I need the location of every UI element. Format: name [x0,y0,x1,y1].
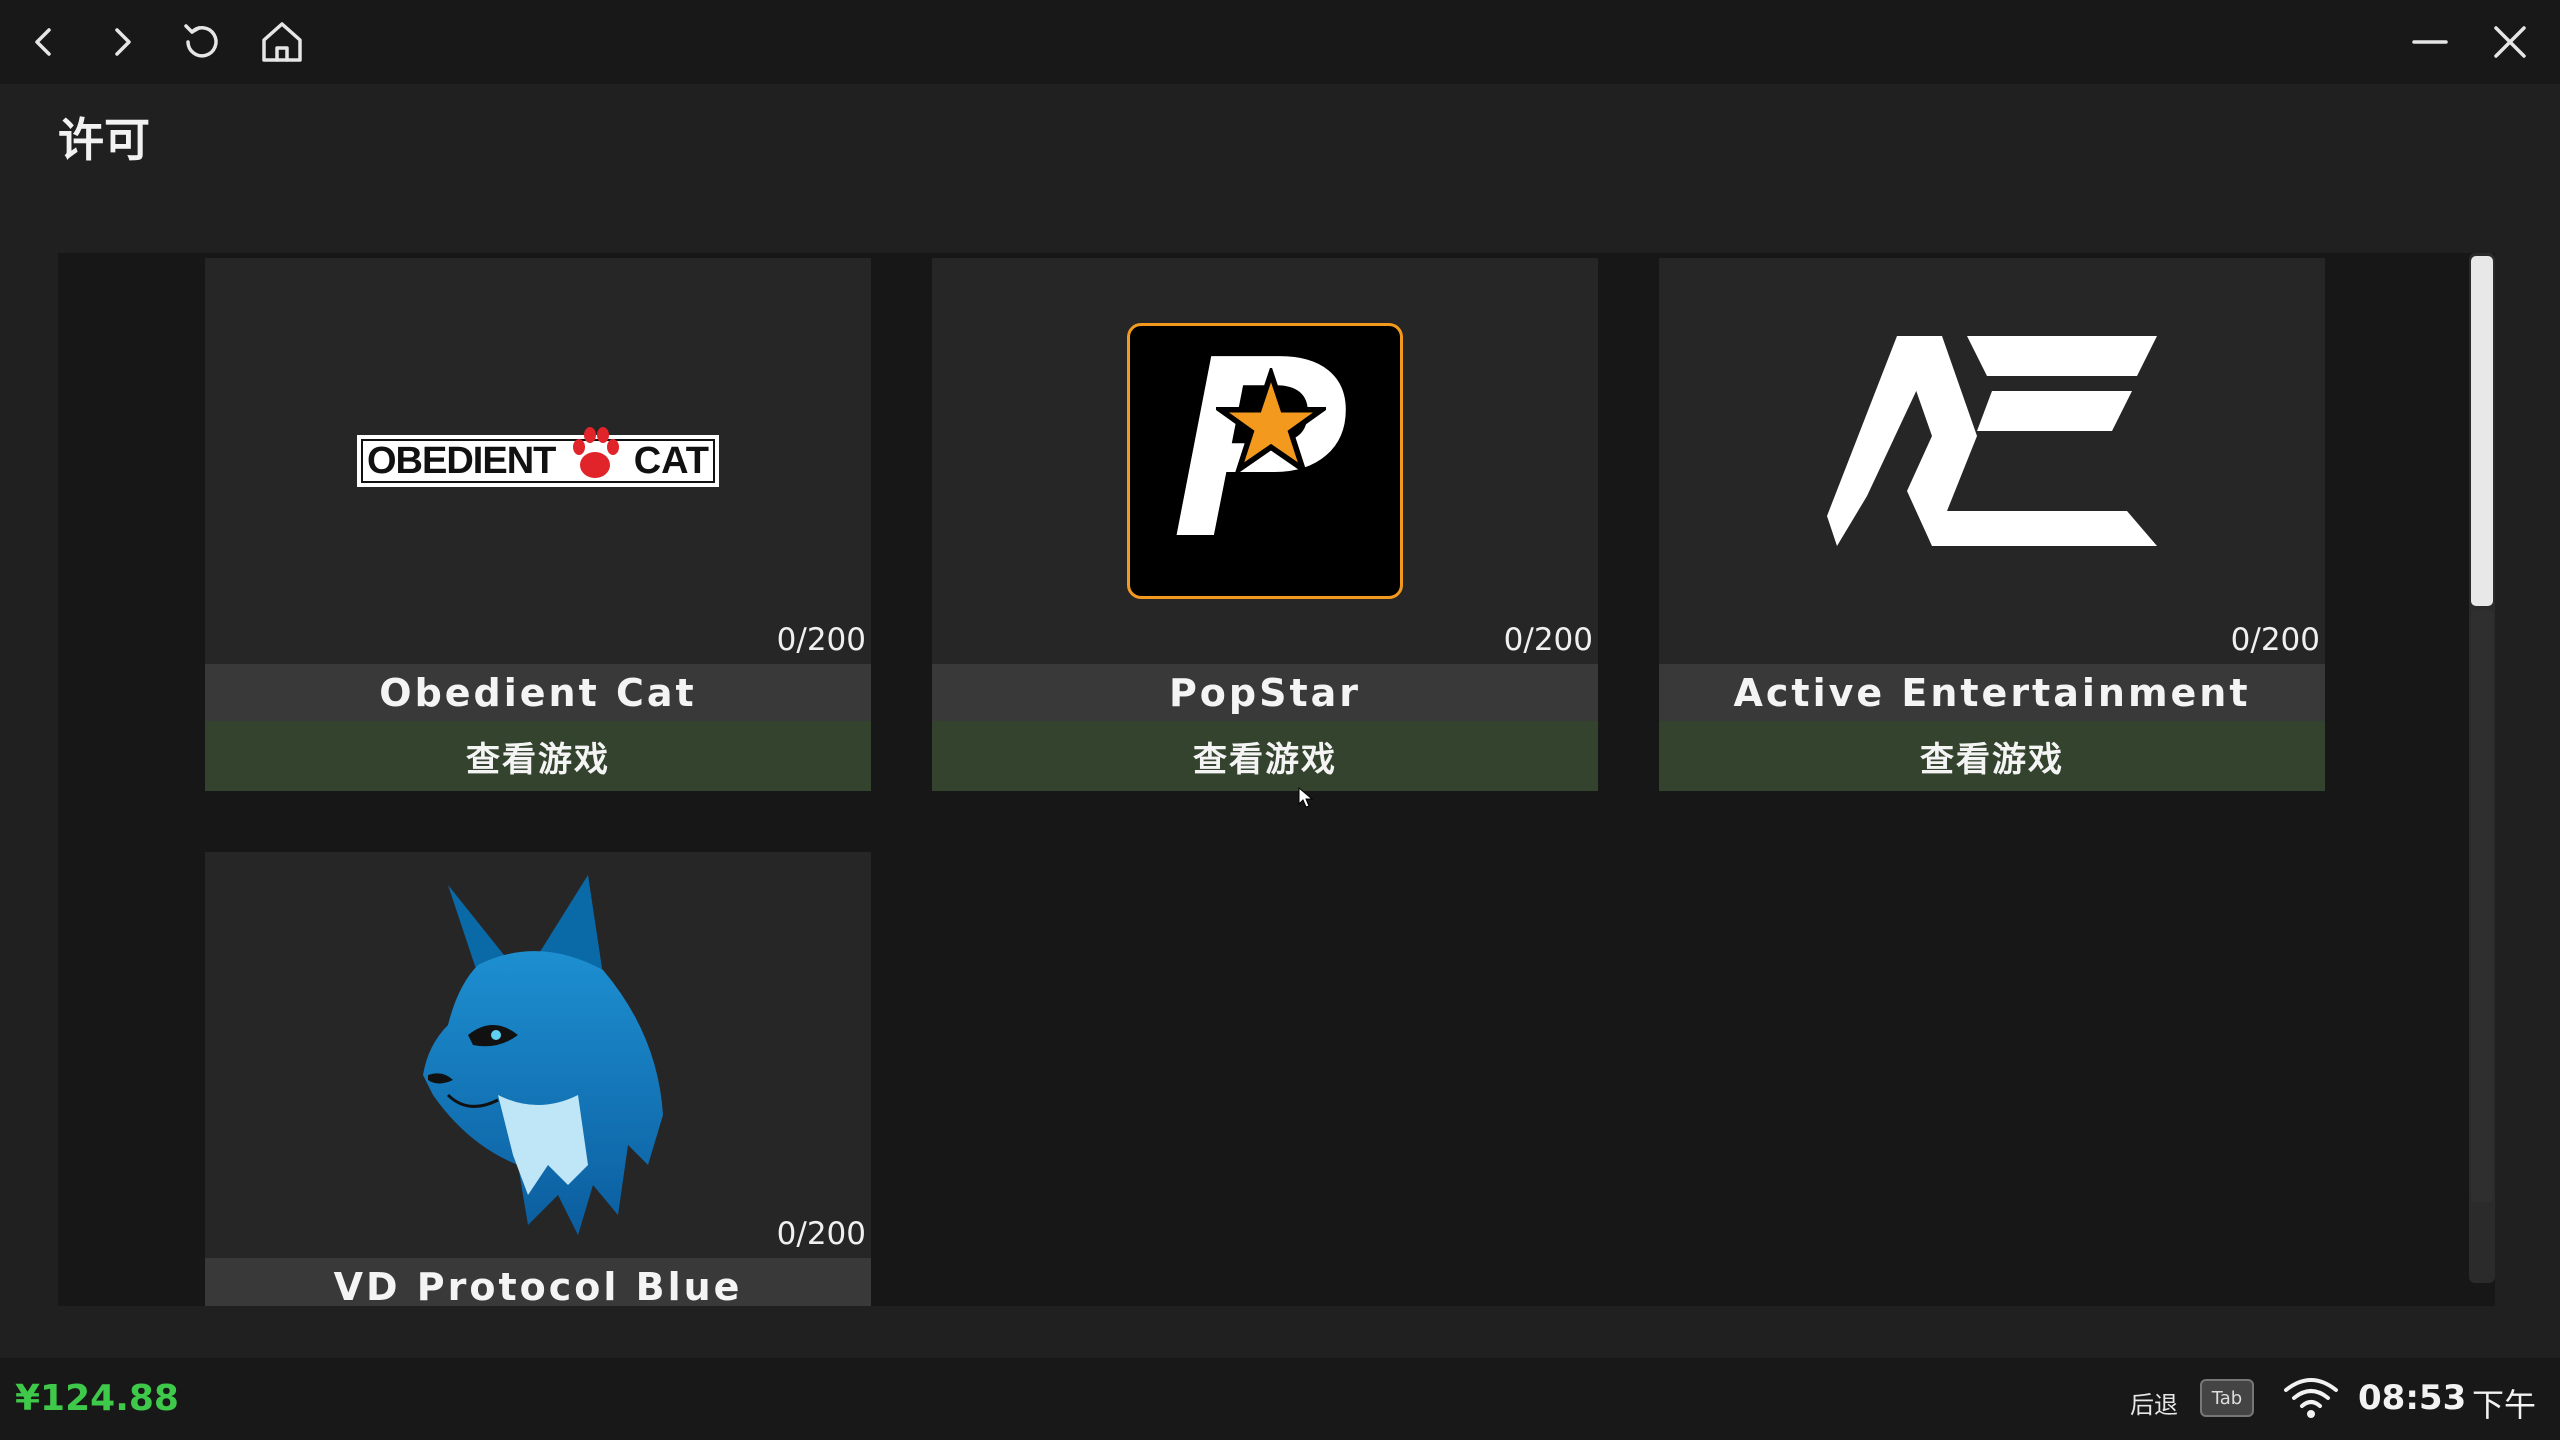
home-button[interactable] [250,10,314,74]
license-count: 0/200 [776,1216,866,1252]
obedient-cat-logo-text-left: OBEDIENT [367,439,556,482]
active-entertainment-logo [1659,258,2325,664]
minimize-button[interactable] [2398,10,2462,74]
license-card-popstar[interactable]: P 0/200 PopStar 查看游戏 [932,258,1598,791]
license-count: 0/200 [776,622,866,658]
wifi-icon [2284,1378,2338,1418]
license-name: VD Protocol Blue [205,1258,871,1306]
obedient-cat-logo: OBEDIENT CAT [205,258,871,664]
popstar-logo: P [932,258,1598,664]
refresh-button[interactable] [170,10,234,74]
balance: ¥124.88 [15,1378,179,1419]
mouse-cursor-icon [1298,787,1314,808]
scrollbar-thumb[interactable] [2471,256,2493,606]
license-name: Active Entertainment [1659,664,2325,721]
close-button[interactable] [2478,10,2542,74]
tab-key-badge[interactable]: Tab [2200,1379,2254,1417]
page-title: 许可 [58,113,150,167]
forward-icon [115,28,131,56]
license-card-active-entertainment[interactable]: 0/200 Active Entertainment 查看游戏 [1659,258,2325,791]
license-count: 0/200 [1503,622,1593,658]
view-games-button[interactable]: 查看游戏 [205,721,871,791]
vd-protocol-blue-logo [205,852,871,1258]
view-games-button[interactable]: 查看游戏 [1659,721,2325,791]
lynx-icon [423,875,663,1235]
clock-time: 08:53 [2358,1378,2467,1418]
close-icon [2494,26,2526,58]
license-name: PopStar [932,664,1598,721]
obedient-cat-logo-text-right: CAT [633,439,709,482]
forward-button[interactable] [90,10,154,74]
license-count: 0/200 [2230,622,2320,658]
back-button[interactable] [12,10,76,74]
paw-icon [572,427,619,478]
star-icon [1216,368,1326,477]
license-name: Obedient Cat [205,664,871,721]
back-icon [35,28,51,56]
scrollbar-track-lower [2471,610,2493,1202]
refresh-icon [184,24,218,58]
back-hint-label: 后退 [2130,1391,2178,1419]
clock-ampm: 下午 [2472,1386,2537,1424]
view-games-button[interactable]: 查看游戏 [932,721,1598,791]
license-card-vd-protocol-blue[interactable]: 0/200 VD Protocol Blue [205,852,871,1306]
license-card-obedient-cat[interactable]: OBEDIENT CAT 0/200 Obedient Cat 查看游戏 [205,258,871,791]
home-icon [262,22,302,62]
license-grid: OBEDIENT CAT 0/200 Obedient Cat 查看游戏 P [58,253,2495,1306]
top-bar [0,0,2560,84]
minimize-icon [2412,40,2448,44]
